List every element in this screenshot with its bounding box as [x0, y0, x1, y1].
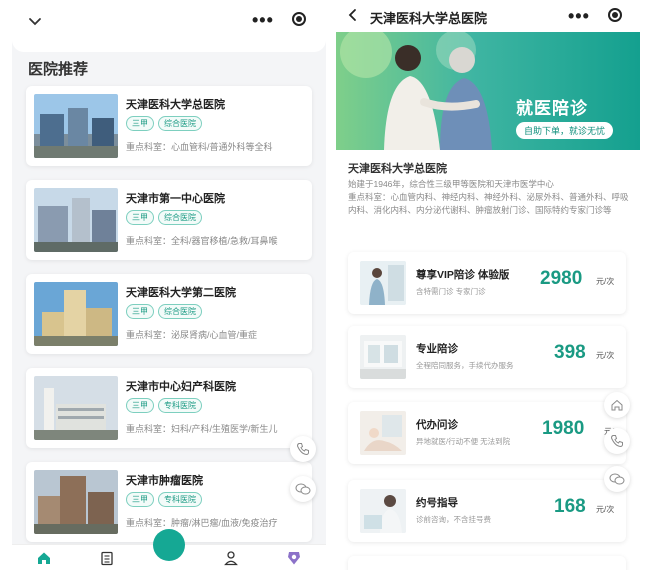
phone-icon	[610, 435, 623, 448]
service-name: 尊享VIP陪诊 体验版	[416, 269, 510, 281]
center-action-button[interactable]	[153, 529, 185, 561]
hospital-tags: 三甲 综合医院	[126, 116, 202, 131]
phone-icon	[296, 443, 309, 456]
chat-icon	[609, 473, 625, 485]
hospital-name: 天津医科大学总医院	[348, 163, 447, 175]
phone-float-button[interactable]	[290, 436, 316, 462]
service-price: 398	[554, 342, 586, 363]
tag-grade: 三甲	[126, 116, 154, 131]
hospital-photo	[34, 376, 118, 440]
top-bar: •••	[12, 0, 326, 52]
hospital-photo	[34, 470, 118, 534]
close-miniprogram-icon[interactable]	[608, 8, 622, 22]
section-title: 医院推荐	[28, 61, 89, 78]
hospital-depts: 重点科室：全科/器官移植/急救/耳鼻喉	[126, 236, 278, 246]
phone-float-button[interactable]	[604, 428, 630, 454]
back-arrow-icon[interactable]	[346, 8, 360, 22]
hospital-card[interactable]: 天津市中心妇产科医院 三甲 专科医院 重点科室：妇科/产科/生殖医学/新生儿	[26, 368, 312, 448]
badge-icon[interactable]	[286, 550, 302, 566]
hospital-depts: 重点科室：肿瘤/淋巴瘤/血液/免疫治疗	[126, 518, 278, 528]
tag-type: 专科医院	[158, 492, 202, 507]
service-subtitle: 异地就医/行动不便 无法到院	[416, 437, 511, 446]
hospital-tags: 三甲 专科医院	[126, 492, 202, 507]
tag-type: 综合医院	[158, 210, 202, 225]
home-icon[interactable]	[36, 550, 52, 566]
price-unit: 元/次	[596, 277, 615, 286]
chat-icon	[295, 483, 311, 495]
service-card[interactable]: 专业陪诊 全程陪同服务，手续代办服务 398 元/次	[348, 326, 626, 388]
service-price: 2980	[540, 268, 583, 289]
hospital-name: 天津医科大学第二医院	[126, 287, 236, 299]
hospital-detail-screen: 天津医科大学总医院 ••• 就医陪诊 自助下单，就诊无忧 天津医科大学总医院 始…	[336, 0, 640, 570]
hospital-name: 天津市中心妇产科医院	[126, 381, 236, 393]
tag-type: 综合医院	[158, 116, 202, 131]
service-name: 约号指导	[416, 497, 458, 509]
hospital-card[interactable]: 天津医科大学第二医院 三甲 综合医院 重点科室：泌尿肾病/心血管/重症	[26, 274, 312, 354]
tag-grade: 三甲	[126, 304, 154, 319]
hospital-depts: 重点科室：妇科/产科/生殖医学/新生儿	[126, 424, 278, 434]
close-miniprogram-icon[interactable]	[292, 12, 306, 26]
service-subtitle: 全程陪同服务，手续代办服务	[416, 361, 514, 370]
service-card[interactable]: 尊享VIP陪诊 体验版 含特需门诊 专家门诊 2980 元/次	[348, 252, 626, 314]
service-thumbnail	[360, 261, 406, 305]
chat-float-button[interactable]	[290, 476, 316, 502]
hospital-name: 天津市肿瘤医院	[126, 475, 203, 487]
hospital-description: 始建于1946年，综合性三级甲等医院和天津市医学中心 重点科室：心血管内科、神经…	[348, 179, 629, 215]
more-icon[interactable]: •••	[568, 6, 590, 27]
hospital-list-screen: ••• 医院推荐 天津医科大学总医院 三甲 综合医院 重点科室：心血管科/普通外…	[12, 0, 326, 570]
service-subtitle: 诊前咨询，不含挂号费	[416, 515, 491, 524]
price-unit: 元/次	[596, 351, 615, 360]
hospital-depts: 重点科室：泌尿肾病/心血管/重症	[126, 330, 258, 340]
service-thumbnail	[360, 489, 406, 533]
hospital-depts: 重点科室：心血管科/普通外科等全科	[126, 142, 273, 152]
home-float-button[interactable]	[604, 392, 630, 418]
banner-pill[interactable]: 自助下单，就诊无忧	[516, 122, 614, 139]
hospital-tags: 三甲 专科医院	[126, 398, 202, 413]
service-card-partial[interactable]	[348, 556, 626, 570]
hospital-card[interactable]: 天津市第一中心医院 三甲 综合医院 重点科室：全科/器官移植/急救/耳鼻喉	[26, 180, 312, 260]
service-price: 168	[554, 496, 586, 517]
tag-type: 专科医院	[158, 398, 202, 413]
chat-float-button[interactable]	[604, 466, 630, 492]
home-icon	[611, 399, 623, 411]
user-icon[interactable]	[223, 550, 239, 566]
chevron-down-icon[interactable]	[26, 12, 44, 30]
service-thumbnail	[360, 335, 406, 379]
service-price: 1980	[542, 418, 585, 439]
top-bar: 天津医科大学总医院 •••	[336, 0, 640, 32]
hospital-photo	[34, 94, 118, 158]
hospital-tags: 三甲 综合医院	[126, 304, 202, 319]
tag-grade: 三甲	[126, 210, 154, 225]
service-subtitle: 含特需门诊 专家门诊	[416, 287, 486, 296]
tag-type: 综合医院	[158, 304, 202, 319]
price-unit: 元/次	[596, 505, 615, 514]
hospital-name: 天津医科大学总医院	[126, 99, 225, 111]
more-icon[interactable]: •••	[252, 10, 274, 31]
banner[interactable]: 就医陪诊 自助下单，就诊无忧	[336, 32, 640, 150]
service-card[interactable]: 代办问诊 异地就医/行动不便 无法到院 1980 元/	[348, 402, 626, 464]
clipboard-icon[interactable]	[99, 550, 115, 566]
service-thumbnail	[360, 411, 406, 455]
hospital-tags: 三甲 综合医院	[126, 210, 202, 225]
bottom-tab-bar	[12, 529, 326, 570]
service-card[interactable]: 约号指导 诊前咨询，不含挂号费 168 元/次	[348, 480, 626, 542]
hospital-photo	[34, 282, 118, 346]
hospital-photo	[34, 188, 118, 252]
hospital-card[interactable]: 天津医科大学总医院 三甲 综合医院 重点科室：心血管科/普通外科等全科	[26, 86, 312, 166]
tag-grade: 三甲	[126, 492, 154, 507]
service-name: 代办问诊	[416, 419, 458, 431]
tag-grade: 三甲	[126, 398, 154, 413]
service-name: 专业陪诊	[416, 343, 458, 355]
hospital-name: 天津市第一中心医院	[126, 193, 225, 205]
page-title: 天津医科大学总医院	[370, 11, 488, 26]
banner-title: 就医陪诊	[516, 99, 588, 118]
